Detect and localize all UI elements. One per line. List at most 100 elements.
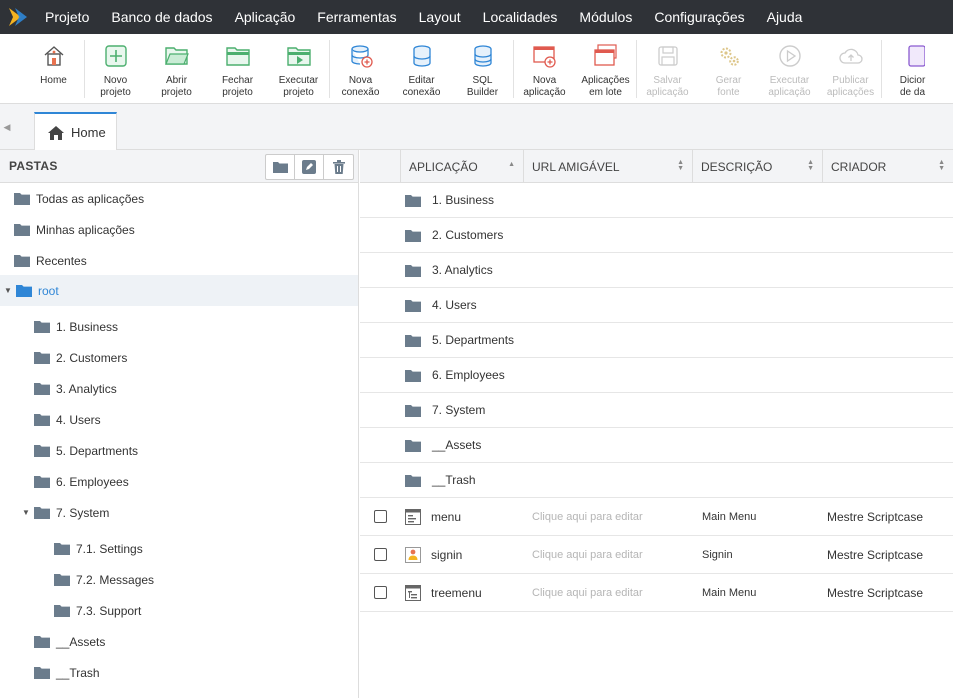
folder-tree-item[interactable]: 1. Business (34, 311, 118, 342)
table-row[interactable]: 5. Departments (360, 323, 953, 358)
folder-name: 3. Analytics (432, 263, 493, 277)
friendly-url-edit[interactable]: Clique aqui para editar (532, 498, 643, 535)
column-header-aplicacao[interactable]: APLICAÇÃO ▲ (400, 150, 523, 183)
menu-aplica-o[interactable]: Aplicação (224, 0, 307, 34)
aplicaç-es-em-lote-button[interactable]: Aplicações em lote (575, 34, 636, 103)
table-row[interactable]: 2. Customers (360, 218, 953, 253)
app-creator: Mestre Scriptcase (827, 585, 924, 600)
delete-folder-button[interactable] (324, 155, 353, 179)
app-name-cell[interactable]: menu (405, 498, 461, 535)
abrir-projeto-button[interactable]: Abrir projeto (146, 34, 207, 103)
folder-tree-item[interactable]: 5. Departments (34, 435, 138, 466)
toolbar-label: Salvar (653, 75, 682, 86)
folder-icon (405, 194, 421, 207)
folder-cell: 4. Users (405, 288, 477, 322)
menu-localidades[interactable]: Localidades (472, 0, 569, 34)
home-icon (42, 44, 66, 75)
menu-banco-de-dados[interactable]: Banco de dados (100, 0, 223, 34)
folder-icon (405, 299, 421, 312)
table-row[interactable]: 1. Business (360, 183, 953, 218)
scriptcase-logo[interactable] (0, 0, 34, 34)
folder-tree-item[interactable]: Minhas aplicações (14, 214, 135, 245)
home-button[interactable]: Home (23, 34, 84, 103)
table-row[interactable]: 7. System (360, 393, 953, 428)
app-name-cell[interactable]: treemenu (405, 574, 482, 611)
editar-conexão-button[interactable]: Editar conexão (391, 34, 452, 103)
app-name: signin (431, 547, 463, 562)
menu-ferramentas[interactable]: Ferramentas (306, 0, 407, 34)
menu-m-dulos[interactable]: Módulos (568, 0, 643, 34)
folder-icon (405, 369, 421, 382)
database-edit-icon (410, 44, 434, 75)
row-checkbox[interactable] (374, 510, 387, 523)
dicior-de-da-button[interactable]: Dicior de da (882, 34, 943, 103)
row-checkbox[interactable] (374, 548, 387, 561)
column-header-criador[interactable]: CRIADOR ▲ ▼ (822, 150, 953, 183)
folder-tree-item[interactable]: 4. Users (34, 404, 101, 435)
sql-builder-button[interactable]: SQL Builder (452, 34, 513, 103)
friendly-url-edit[interactable]: Clique aqui para editar (532, 536, 643, 573)
toolbar-label: Publicar (832, 75, 869, 86)
caret-down-icon[interactable]: ▼ (4, 286, 16, 295)
nova-conexão-button[interactable]: Nova conexão (330, 34, 391, 103)
folder-tree-item[interactable]: __Trash (34, 657, 100, 688)
windows-stack-icon (593, 44, 618, 75)
table-row[interactable]: 6. Employees (360, 358, 953, 393)
executar-projeto-button[interactable]: Executar projeto (268, 34, 329, 103)
table-row[interactable]: 3. Analytics (360, 253, 953, 288)
table-row[interactable]: signin Clique aqui para editar Signin Mestr… (360, 536, 953, 574)
nova-aplicação-button[interactable]: Nova aplicação (514, 34, 575, 103)
menu-projeto[interactable]: Projeto (34, 0, 100, 34)
caret-down-icon[interactable]: ▼ (22, 508, 34, 517)
folder-tree-item[interactable]: 7.3. Support (54, 595, 141, 626)
app-name-cell[interactable]: signin (405, 536, 462, 573)
folder-tree-item[interactable]: 3. Analytics (34, 373, 117, 404)
folders-panel: PASTAS Todas as aplicações Minhas aplicaç… (0, 150, 359, 698)
folder-label: 1. Business (56, 319, 119, 334)
new-folder-button[interactable] (266, 155, 295, 179)
database-sql-icon (471, 44, 495, 75)
folder-tree-item[interactable]: 7.2. Messages (54, 564, 154, 595)
row-checkbox[interactable] (374, 586, 387, 599)
folder-icon (34, 476, 50, 488)
folder-tree-item[interactable]: __Assets (34, 626, 105, 657)
table-row[interactable]: menu Clique aqui para editar Main Menu Mest… (360, 498, 953, 536)
menu-configura-es[interactable]: Configurações (643, 0, 755, 34)
folder-label: 7.3. Support (76, 603, 142, 618)
folder-tree-item[interactable]: 6. Employees (34, 466, 129, 497)
toolbar-label: Abrir (165, 75, 188, 86)
tab-label: Home (71, 125, 106, 140)
treemenu-app-icon (405, 584, 421, 601)
friendly-url-edit[interactable]: Clique aqui para editar (532, 574, 643, 611)
folder-tree-item[interactable]: Recentes (14, 245, 87, 276)
trash-icon (332, 160, 345, 174)
folder-icon (34, 507, 50, 519)
folder-tree-item[interactable]: 2. Customers (34, 342, 127, 373)
folder-cell: 5. Departments (405, 323, 514, 357)
table-row[interactable]: __Trash (360, 463, 953, 498)
menu-ajuda[interactable]: Ajuda (756, 0, 814, 34)
folder-tree-item[interactable]: ▼ 7. System (22, 497, 109, 528)
novo-projeto-button[interactable]: Novo projeto (85, 34, 146, 103)
menu-layout[interactable]: Layout (408, 0, 472, 34)
tab-scroll-left-icon[interactable]: ◀ (0, 104, 14, 150)
folder-tree-item[interactable]: Todas as aplicações (14, 183, 144, 214)
tab-home[interactable]: Home (34, 112, 117, 151)
folder-tools (265, 154, 354, 180)
folder-label: 7.1. Settings (76, 541, 143, 556)
toolbar-label: Home (40, 75, 67, 86)
toolbar-label: Editar (408, 75, 435, 86)
edit-folder-button[interactable] (295, 155, 324, 179)
column-header-url[interactable]: URL AMIGÁVEL ▲ ▼ (523, 150, 692, 183)
sort-icon: ▲ ▼ (807, 159, 814, 172)
column-header-descricao[interactable]: DESCRIÇÃO ▲ ▼ (692, 150, 822, 183)
folder-tree-item[interactable]: ▼ root (0, 275, 358, 306)
folder-icon (34, 383, 50, 395)
folder-tree-item[interactable]: 7.1. Settings (54, 533, 143, 564)
fechar-projeto-button[interactable]: Fechar projeto (207, 34, 268, 103)
folder-icon (14, 223, 36, 236)
table-row[interactable]: 4. Users (360, 288, 953, 323)
row-checkbox-cell (374, 498, 387, 535)
table-row[interactable]: __Assets (360, 428, 953, 463)
table-row[interactable]: treemenu Clique aqui para editar Main Menu… (360, 574, 953, 612)
